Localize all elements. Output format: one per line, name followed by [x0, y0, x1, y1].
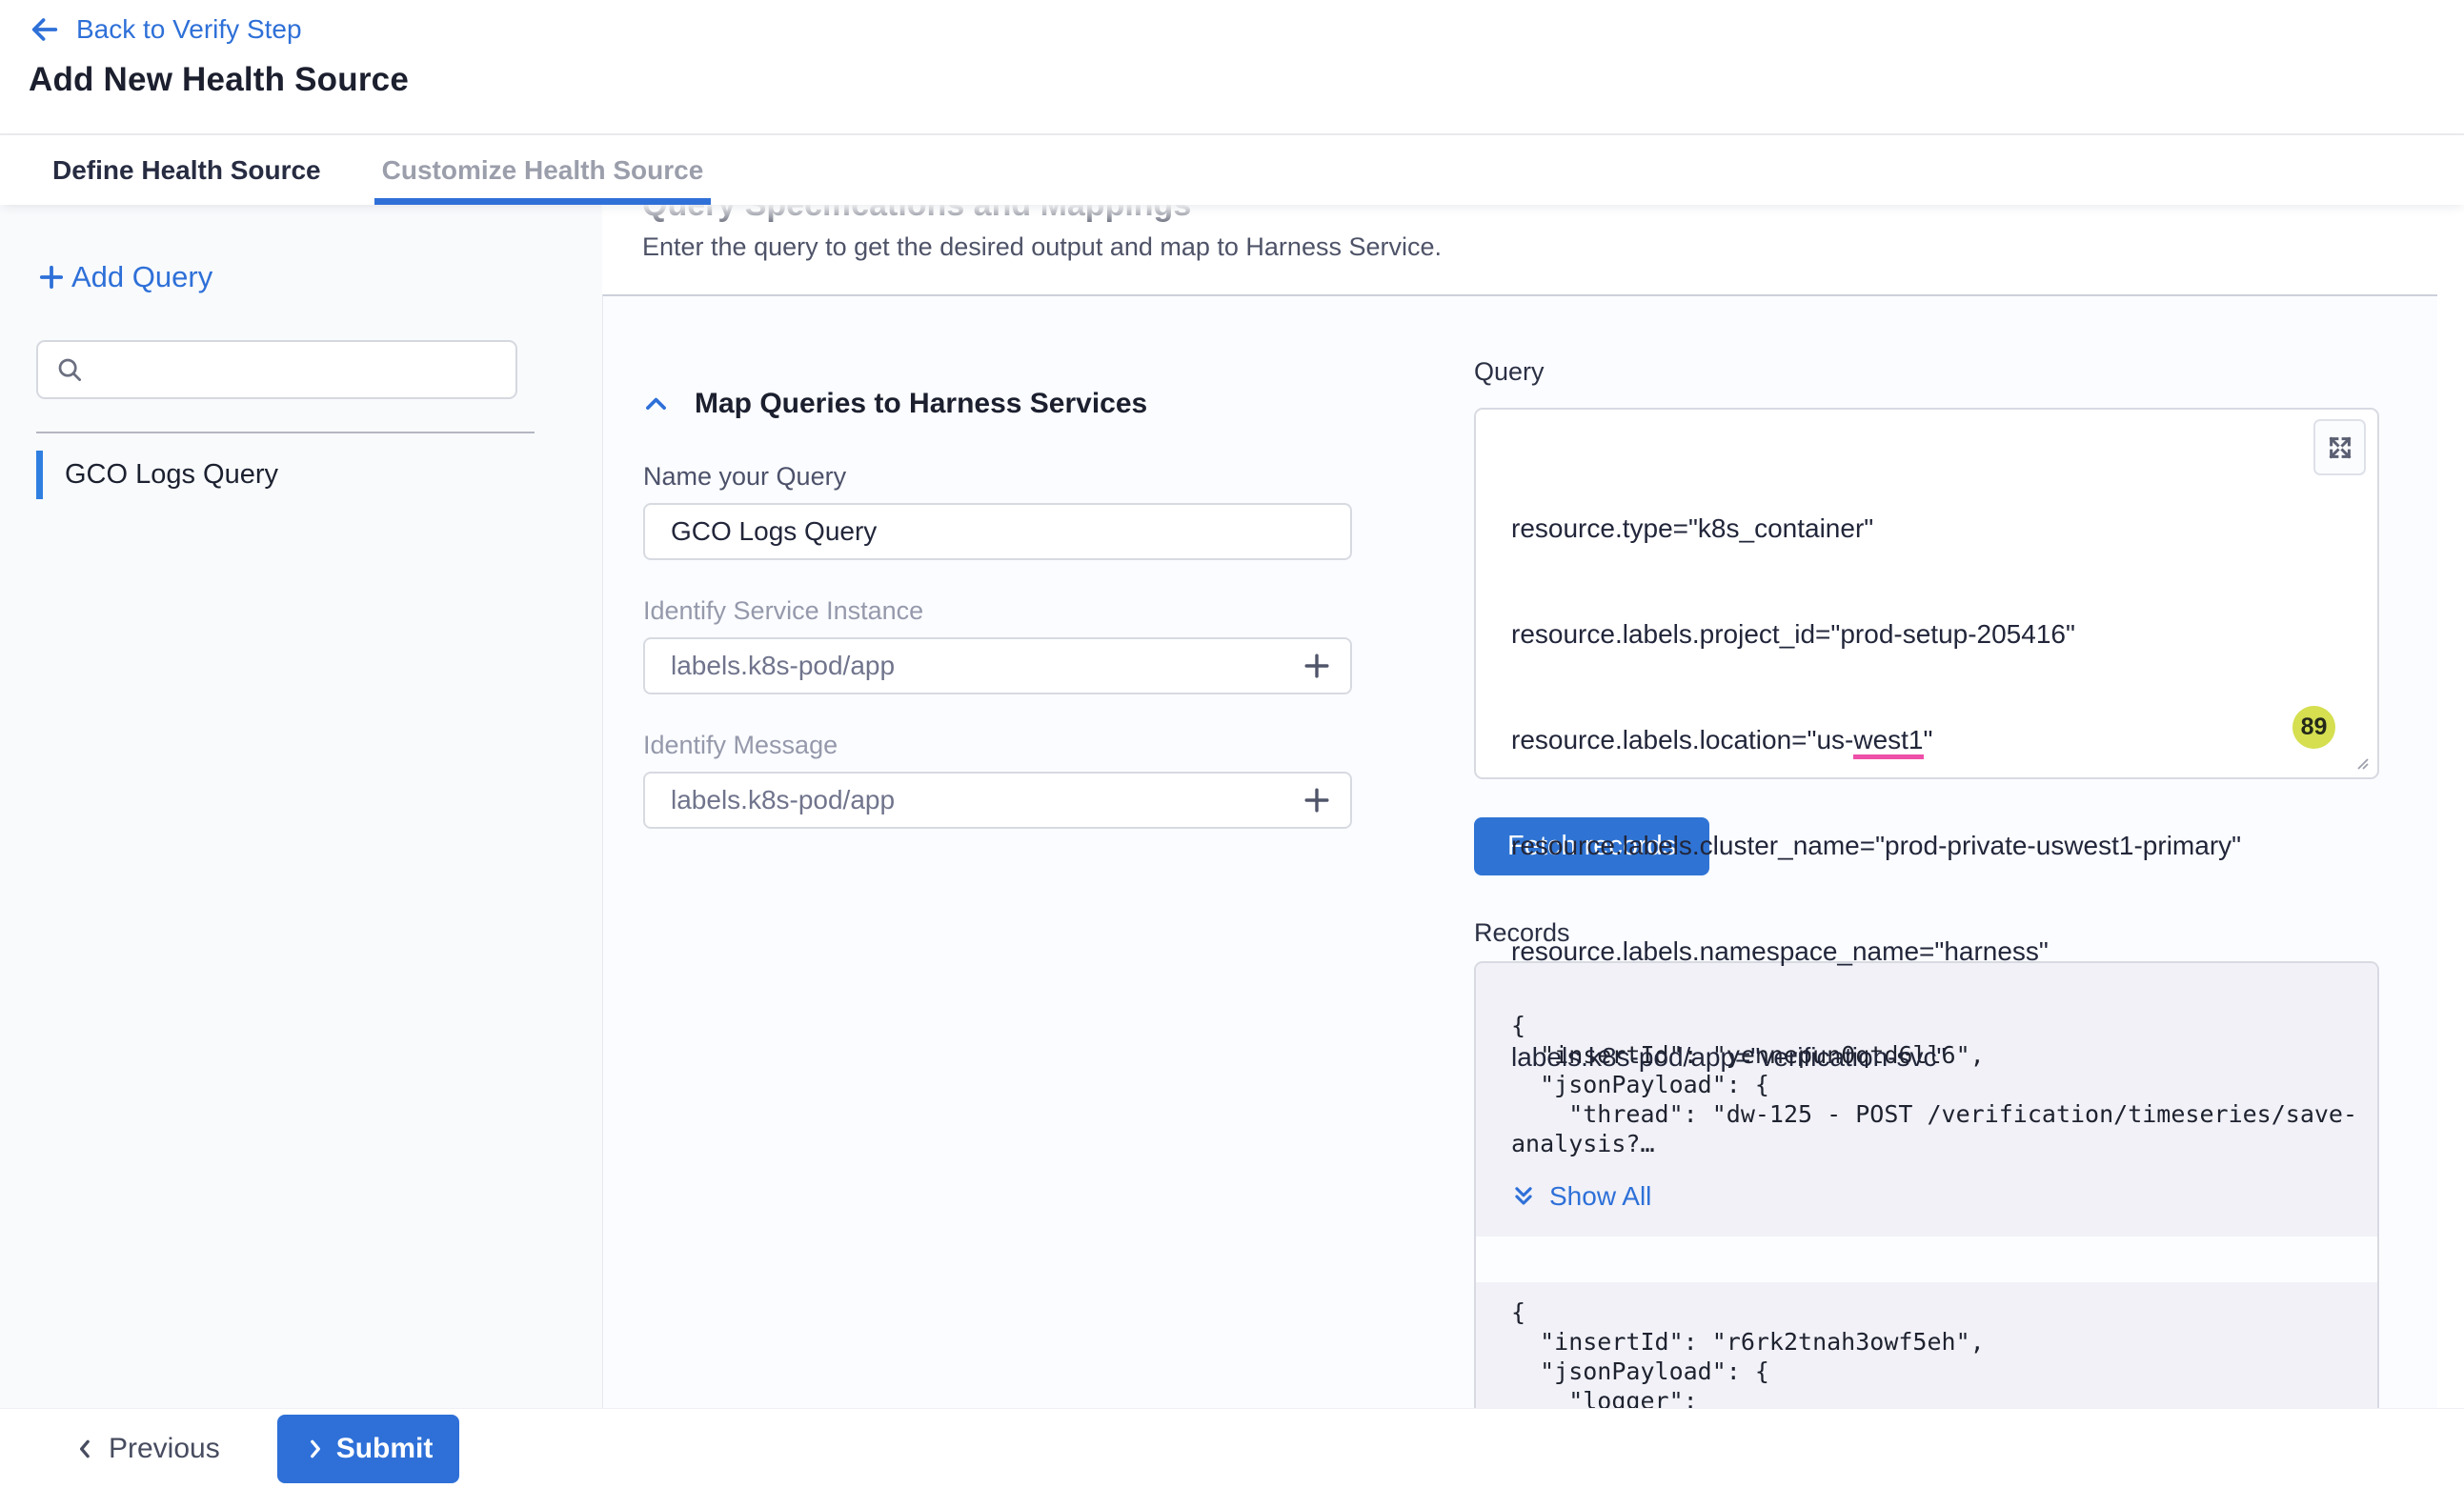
query-search-box: [36, 340, 517, 399]
chevron-left-icon: [74, 1438, 97, 1460]
identify-service-instance-label: Identify Service Instance: [643, 596, 1421, 626]
page-title: Add New Health Source: [29, 61, 2464, 99]
query-char-count-badge: 89: [2292, 706, 2335, 749]
search-icon: [55, 355, 84, 384]
plus-icon: [1301, 650, 1333, 682]
sidebar-divider: [36, 432, 535, 433]
add-query-button[interactable]: Add Query: [36, 260, 212, 294]
spellcheck-underlined-word: west1: [1853, 725, 1923, 759]
show-all-button[interactable]: Show All: [1511, 1181, 1651, 1212]
page-header: Back to Verify Step Add New Health Sourc…: [0, 0, 2464, 135]
query-search-input[interactable]: [95, 354, 500, 385]
query-spec-heading: Query Specifications and Mappings: [642, 205, 2437, 224]
query-mapping-panel: Map Queries to Harness Services Name you…: [602, 294, 2437, 1408]
maximize-arrows-icon: [2326, 433, 2354, 462]
plus-icon: [36, 262, 67, 292]
map-queries-section-title: Map Queries to Harness Services: [695, 388, 1147, 420]
query-spec-subheading: Enter the query to get the desired outpu…: [642, 232, 2437, 262]
map-queries-section-toggle[interactable]: Map Queries to Harness Services: [643, 388, 1421, 420]
chevron-right-icon: [304, 1438, 327, 1460]
map-queries-form: Map Queries to Harness Services Name you…: [643, 357, 1421, 1408]
chevron-up-icon: [643, 392, 669, 417]
back-to-verify-step-link[interactable]: Back to Verify Step: [29, 13, 302, 46]
query-item-label: GCO Logs Query: [43, 451, 278, 499]
previous-label: Previous: [109, 1433, 220, 1465]
content-area: Add Query GCO Logs Query Query Specifica…: [0, 205, 2464, 1408]
query-label: Query: [1474, 357, 2379, 387]
tab-define-health-source[interactable]: Define Health Source: [45, 135, 329, 205]
query-spec-header: Query Specifications and Mappings Enter …: [602, 205, 2437, 294]
add-query-label: Add Query: [71, 260, 212, 294]
identify-message-field: [643, 772, 1352, 829]
sidebar-item-gco-logs-query[interactable]: GCO Logs Query: [36, 451, 535, 499]
query-sidebar: Add Query GCO Logs Query: [0, 205, 602, 1408]
plus-icon: [1301, 784, 1333, 816]
query-records-column: Query resource.type=: [1474, 357, 2379, 1408]
service-instance-field: [643, 637, 1352, 694]
back-link-label: Back to Verify Step: [76, 14, 302, 45]
query-editor[interactable]: resource.type="k8s_container" resource.l…: [1474, 408, 2379, 779]
submit-button[interactable]: Submit: [277, 1415, 460, 1483]
submit-label: Submit: [336, 1433, 434, 1465]
arrow-left-icon: [29, 13, 61, 46]
show-all-label: Show All: [1549, 1181, 1651, 1212]
wizard-footer: Previous Submit: [0, 1408, 2464, 1488]
expand-query-button[interactable]: [2313, 419, 2366, 475]
resize-handle[interactable]: [2352, 753, 2371, 772]
tab-customize-health-source[interactable]: Customize Health Source: [374, 135, 712, 205]
selected-query-indicator-bar: [36, 451, 43, 499]
double-chevron-down-icon: [1511, 1184, 1536, 1209]
tab-bar: Define Health Source Customize Health So…: [0, 135, 2464, 205]
name-query-label: Name your Query: [643, 462, 1421, 492]
previous-button[interactable]: Previous: [74, 1433, 220, 1465]
identify-message-add-button[interactable]: [1301, 784, 1333, 816]
record-item: { "insertId": "r6rk2tnah3owf5eh", "jsonP…: [1476, 1282, 2377, 1408]
main-panel: Query Specifications and Mappings Enter …: [602, 205, 2464, 1408]
query-name-input[interactable]: [643, 503, 1352, 560]
identify-message-input[interactable]: [671, 785, 1301, 815]
query-text: resource.type="k8s_container" resource.l…: [1511, 440, 2263, 1145]
service-instance-input[interactable]: [671, 651, 1301, 681]
service-instance-add-button[interactable]: [1301, 650, 1333, 682]
identify-message-label: Identify Message: [643, 731, 1421, 760]
